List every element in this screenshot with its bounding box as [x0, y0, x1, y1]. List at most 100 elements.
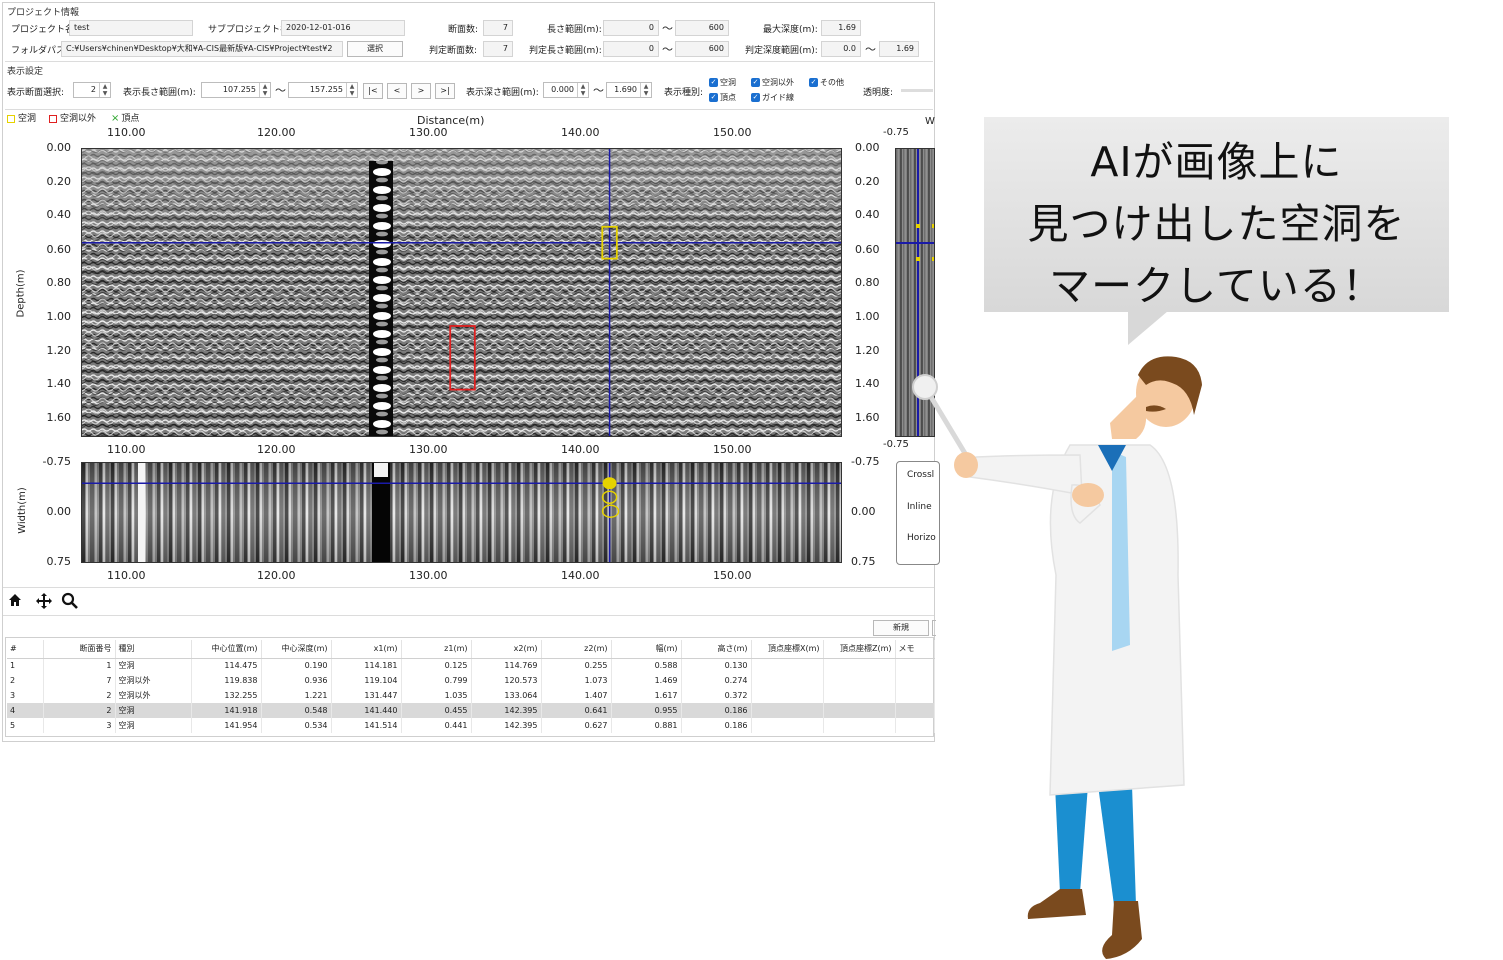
col-header-section[interactable]: 断面番号	[43, 640, 116, 659]
depth-from-spinner[interactable]: 0.000 ▲ ▼	[543, 82, 589, 98]
nav-first-button[interactable]: |<	[363, 83, 383, 99]
cell-section: 3	[43, 718, 116, 733]
check-icon: ✓	[709, 78, 718, 87]
width-slice-plot[interactable]	[81, 462, 842, 563]
cell-type: 空洞以外	[115, 688, 192, 703]
spinner-arrows-icon[interactable]: ▲ ▼	[99, 83, 110, 97]
width-slice-svg[interactable]	[82, 463, 842, 563]
col-header-x1[interactable]: x1(m)	[331, 640, 402, 659]
type-guide-checkbox[interactable]: ✓ ガイド線	[751, 92, 794, 103]
cell-type: 空洞	[115, 658, 192, 673]
depth-tick: 0.00	[46, 141, 72, 154]
width-fade	[82, 463, 841, 562]
type-non-cavity-label: 空洞以外	[762, 78, 794, 87]
cell-index: 1	[7, 658, 44, 673]
col-header-height[interactable]: 高さ(m)	[681, 640, 752, 659]
nav-next-button[interactable]: >	[411, 83, 431, 99]
section-select-label: 表示断面選択:	[7, 88, 65, 98]
pointing-hand	[954, 452, 978, 478]
zoom-icon[interactable]	[61, 592, 79, 610]
table-row[interactable]: 4 2 空洞 141.918 0.548 141.440 0.455 142.395 0.641…	[7, 703, 935, 718]
cell-section: 2	[43, 688, 116, 703]
spinner-arrows-icon[interactable]: ▲ ▼	[577, 83, 588, 97]
folder-path-field[interactable]: C:¥Users¥chinen¥Desktop¥大和¥A-CIS最新版¥A-CI…	[61, 41, 343, 57]
col-header-z2[interactable]: z2(m)	[541, 640, 612, 659]
cell-apex-x	[751, 718, 824, 733]
speech-bubble-tail	[1128, 311, 1168, 345]
col-header-x2[interactable]: x2(m)	[471, 640, 542, 659]
col-header-center-depth[interactable]: 中心深度(m)	[261, 640, 332, 659]
col-header-width[interactable]: 幅(m)	[611, 640, 682, 659]
divider	[5, 109, 933, 110]
type-other-checkbox[interactable]: ✓ その他	[809, 77, 844, 88]
type-apex-checkbox[interactable]: ✓ 頂点	[709, 92, 736, 103]
nav-prev-button[interactable]: <	[387, 83, 407, 99]
cell-z2: 0.641	[541, 703, 612, 718]
depth-tick: 1.60	[46, 411, 72, 424]
select-folder-button[interactable]: 選択	[347, 41, 403, 57]
section-select-spinner[interactable]: 2 ▲ ▼	[73, 82, 111, 98]
cell-apex-z	[823, 718, 896, 733]
col-header-center-pos[interactable]: 中心位置(m)	[191, 640, 262, 659]
length-to-spinner[interactable]: 157.255 ▲ ▼	[288, 82, 358, 98]
cell-height: 0.372	[681, 688, 752, 703]
subproject-field[interactable]: 2020-12-01-016	[281, 20, 405, 36]
divider	[3, 615, 934, 616]
cell-apex-z	[823, 673, 896, 688]
spinner-arrows-icon[interactable]: ▲ ▼	[640, 83, 651, 97]
length-from-spinner[interactable]: 107.255 ▲ ▼	[201, 82, 271, 98]
cavity-marker-filled	[602, 477, 617, 490]
tilde: 〜	[593, 84, 604, 97]
spinner-arrows-icon[interactable]: ▲ ▼	[346, 83, 357, 97]
depth-tick: 0.60	[855, 243, 880, 256]
col-header-apex-z[interactable]: 頂点座標Z(m)	[823, 640, 896, 659]
cell-center-depth: 0.548	[261, 703, 332, 718]
table-row[interactable]: 1 1 空洞 114.475 0.190 114.181 0.125 114.769 0.255…	[7, 658, 935, 673]
cell-type: 空洞	[115, 718, 192, 733]
x-tick: 110.00	[107, 126, 146, 139]
type-cavity-checkbox[interactable]: ✓ 空洞	[709, 77, 736, 88]
legend-non-cavity: 空洞以外	[49, 111, 96, 124]
width-tick: 0.00	[46, 505, 72, 518]
cell-type: 空洞	[115, 703, 192, 718]
col-header-apex-x[interactable]: 頂点座標X(m)	[751, 640, 824, 659]
table-row[interactable]: 3 2 空洞以外 132.255 1.221 131.447 1.035 133.064 1.4…	[7, 688, 935, 703]
spinner-arrows-icon[interactable]: ▲ ▼	[259, 83, 270, 97]
cell-center-pos: 114.475	[191, 658, 262, 673]
radargram-plot[interactable]	[81, 148, 842, 437]
col-header-type[interactable]: 種別	[115, 640, 192, 659]
divider	[5, 61, 933, 62]
project-name-field[interactable]: test	[69, 20, 193, 36]
cell-x1: 141.440	[331, 703, 402, 718]
table-row[interactable]: 5 3 空洞 141.954 0.534 141.514 0.441 142.395 0.627…	[7, 718, 935, 733]
cell-width: 1.469	[611, 673, 682, 688]
table-row[interactable]: 2 7 空洞以外 119.838 0.936 119.104 0.799 120.573 1.0…	[7, 673, 935, 688]
depth-tick: 0.80	[46, 276, 72, 289]
cell-center-pos: 141.918	[191, 703, 262, 718]
apex-cross-icon: ×	[111, 113, 120, 124]
col-header-index[interactable]: #	[7, 640, 44, 659]
cell-section: 2	[43, 703, 116, 718]
judged-sections-field: 7	[483, 41, 513, 57]
col-header-z1[interactable]: z1(m)	[401, 640, 472, 659]
depth-to-spinner[interactable]: 1.690 ▲ ▼	[606, 82, 652, 98]
crossline-marker	[916, 257, 920, 261]
cell-width: 0.955	[611, 703, 682, 718]
pan-icon[interactable]	[35, 592, 53, 610]
callout-line-3: マークしている！	[1049, 262, 1384, 310]
transparency-slider[interactable]	[901, 89, 933, 92]
home-icon[interactable]	[7, 592, 23, 608]
bright-stripe	[138, 463, 145, 562]
nav-last-button[interactable]: >|	[435, 83, 455, 99]
left-shoe	[1027, 889, 1086, 919]
cell-center-depth: 0.534	[261, 718, 332, 733]
radargram-svg[interactable]	[82, 149, 842, 437]
legend-cavity: 空洞	[7, 111, 36, 124]
x-tick: 110.00	[107, 443, 146, 456]
cell-apex-x	[751, 658, 824, 673]
scientist-illustration	[912, 356, 1202, 959]
type-non-cavity-checkbox[interactable]: ✓ 空洞以外	[751, 77, 794, 88]
tilde: 〜	[865, 43, 876, 56]
cell-x2: 142.395	[471, 703, 542, 718]
width-tick: 0.00	[851, 505, 876, 518]
